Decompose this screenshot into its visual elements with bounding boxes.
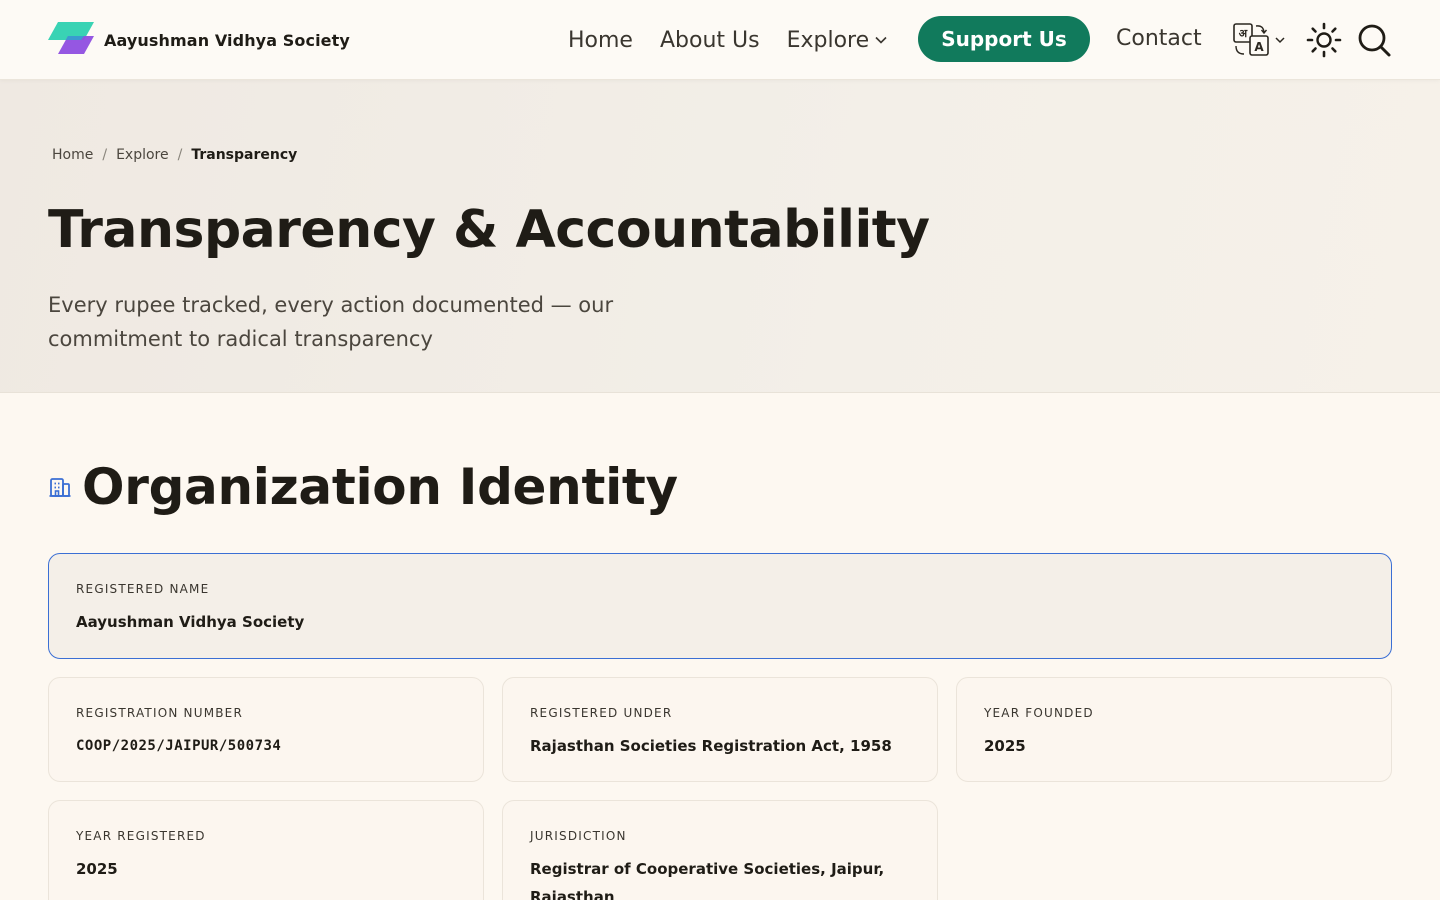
card-value: 2025 xyxy=(76,860,118,878)
search-button[interactable] xyxy=(1356,22,1392,58)
card-label: Registration Number xyxy=(76,706,244,720)
chevron-down-icon xyxy=(1275,36,1285,43)
info-card-registered-under: Registered Under Rajasthan Societies Reg… xyxy=(502,677,938,782)
breadcrumb-current: Transparency xyxy=(191,147,298,163)
nav-explore-label: Explore xyxy=(786,27,870,53)
card-value: 2025 xyxy=(984,737,1026,755)
support-us-button[interactable]: Support Us xyxy=(918,16,1090,62)
top-navbar: Aayushman Vidhya Society Home About Us E… xyxy=(0,0,1440,80)
breadcrumb: Home / Explore / Transparency xyxy=(52,147,297,163)
nav-explore-dropdown[interactable]: Explore xyxy=(787,28,888,53)
chevron-down-icon xyxy=(875,36,887,44)
breadcrumb-home-link[interactable]: Home xyxy=(52,147,93,163)
svg-text:A: A xyxy=(1254,40,1264,54)
section-header: Organization Identity xyxy=(48,458,678,516)
sun-icon xyxy=(1306,22,1342,58)
info-card-year-founded: Year Founded 2025 xyxy=(956,677,1392,782)
theme-toggle-button[interactable] xyxy=(1306,22,1342,58)
info-card-year-registered: Year Registered 2025 xyxy=(48,800,484,900)
card-label: Year Registered xyxy=(76,829,206,843)
nav-contact-link[interactable]: Contact xyxy=(1116,26,1202,51)
breadcrumb-separator: / xyxy=(177,147,183,163)
search-icon xyxy=(1358,24,1391,57)
card-label: Year Founded xyxy=(984,706,1094,720)
info-card-registration-number: Registration Number COOP/2025/JAIPUR/500… xyxy=(48,677,484,782)
section-title: Organization Identity xyxy=(82,458,678,516)
card-value: Registrar of Cooperative Societies, Jaip… xyxy=(530,860,885,900)
nav-home-link[interactable]: Home xyxy=(568,28,633,53)
nav-about-link[interactable]: About Us xyxy=(660,28,760,53)
building-icon xyxy=(49,478,71,497)
brand-name: Aayushman Vidhya Society xyxy=(104,30,350,50)
info-card-jurisdiction: Jurisdiction Registrar of Cooperative So… xyxy=(502,800,938,900)
card-label: Jurisdiction xyxy=(530,829,627,843)
svg-text:अ: अ xyxy=(1239,27,1248,40)
card-label: Registered Under xyxy=(530,706,673,720)
card-value: Rajasthan Societies Registration Act, 19… xyxy=(530,737,892,755)
card-value: Aayushman Vidhya Society xyxy=(76,613,305,631)
main-nav: Home About Us Explore xyxy=(568,0,914,80)
language-switcher-button[interactable]: अ A xyxy=(1232,22,1288,58)
card-label: Registered Name xyxy=(76,582,210,596)
breadcrumb-separator: / xyxy=(102,147,108,163)
page-subtitle: Every rupee tracked, every action docume… xyxy=(48,293,614,351)
breadcrumb-explore-link[interactable]: Explore xyxy=(116,147,169,163)
info-card-registered-name: Registered Name Aayushman Vidhya Society xyxy=(48,553,1392,659)
brand-home-link[interactable]: Aayushman Vidhya Society xyxy=(48,22,350,58)
translate-icon: अ A xyxy=(1233,23,1269,56)
page-title: Transparency & Accountability xyxy=(48,200,930,260)
brand-logo-icon xyxy=(48,22,94,54)
page-hero: Home / Explore / Transparency Transparen… xyxy=(0,80,1440,393)
card-value: COOP/2025/JAIPUR/500734 xyxy=(76,738,282,754)
